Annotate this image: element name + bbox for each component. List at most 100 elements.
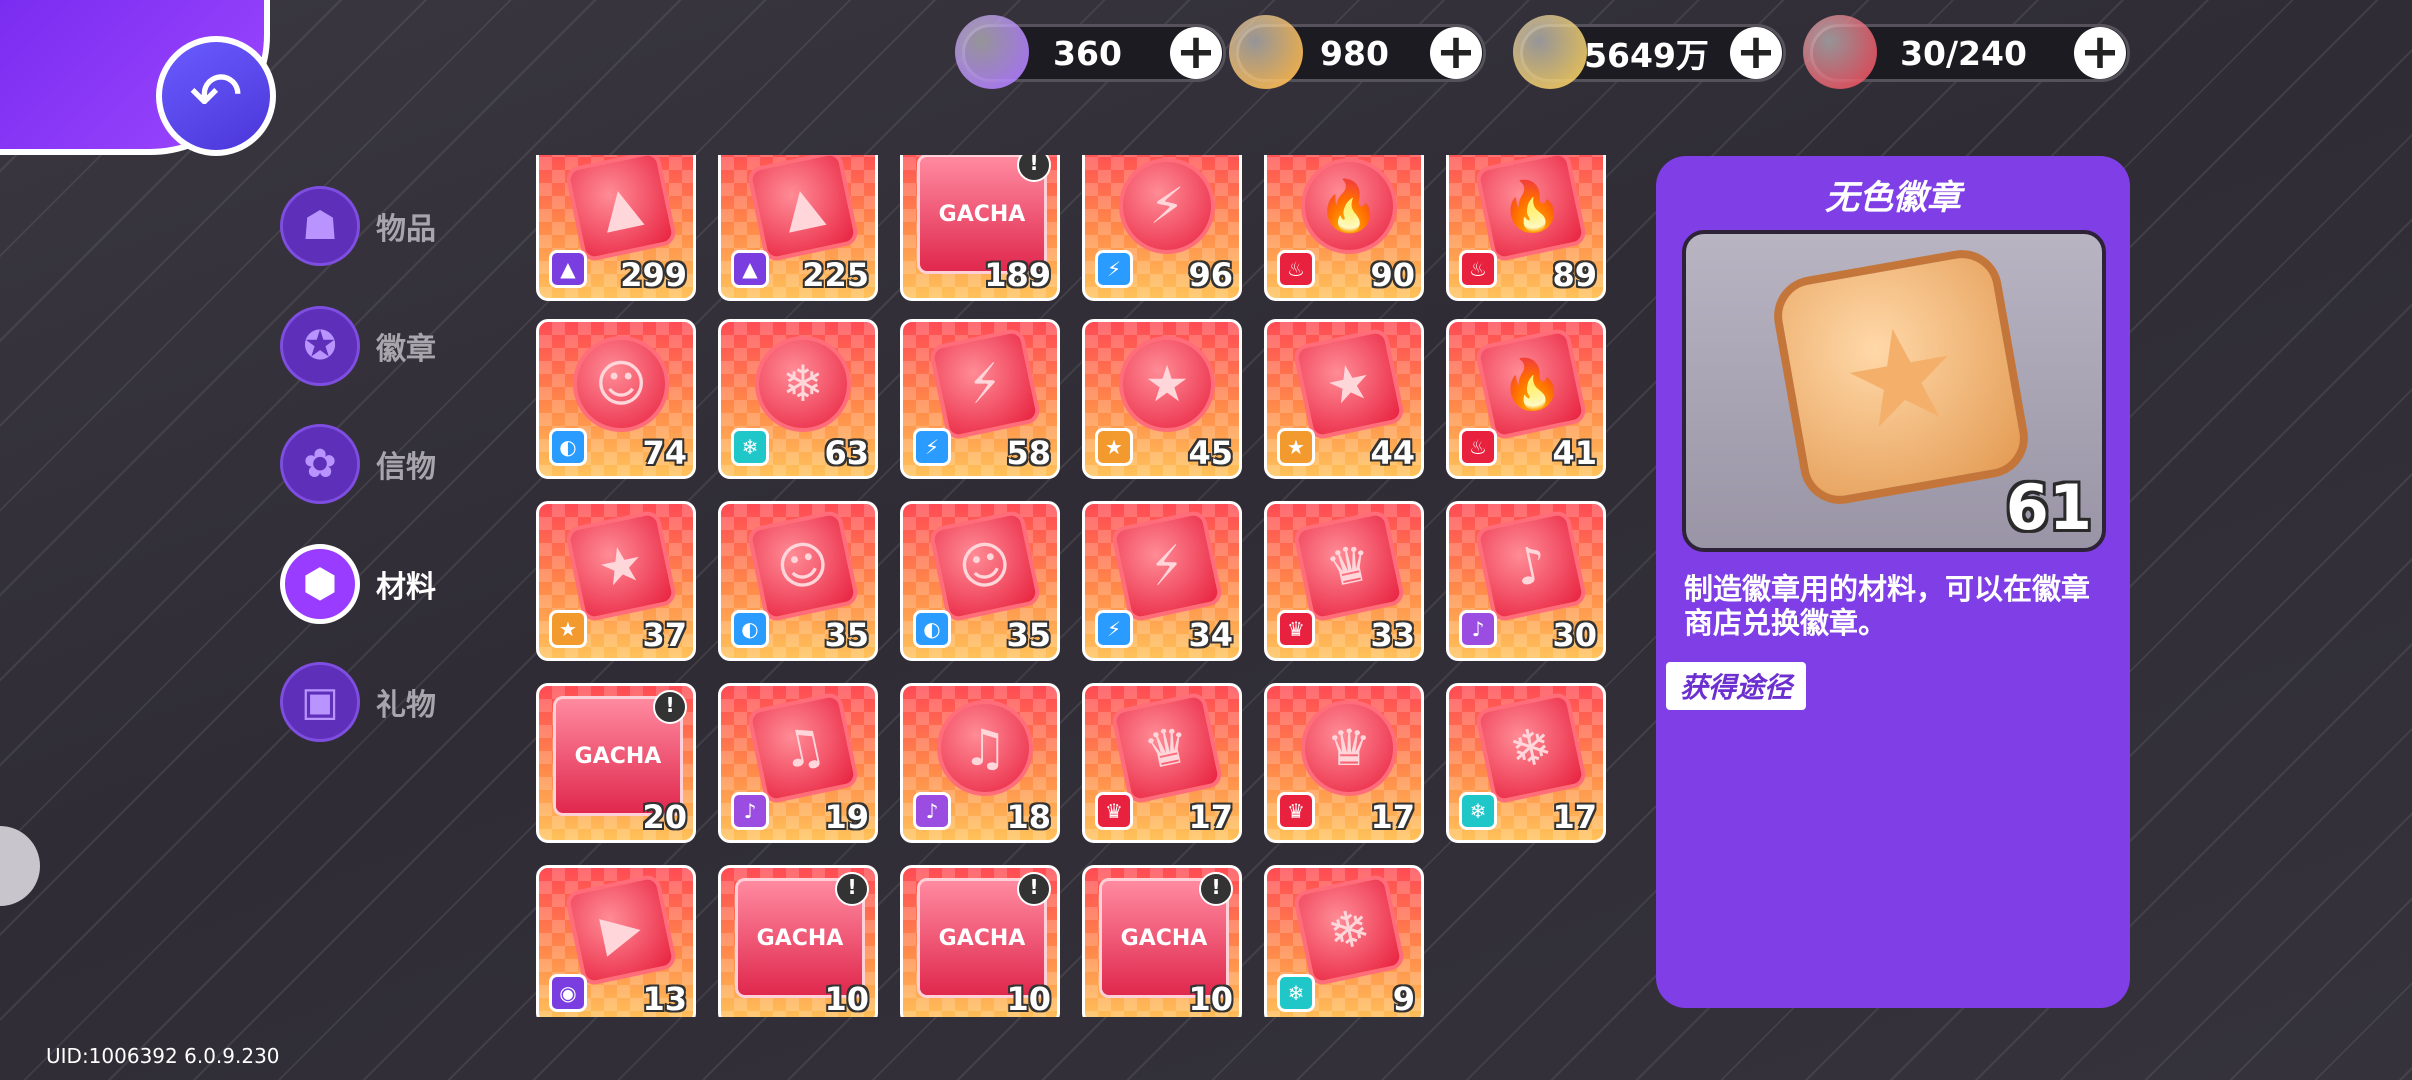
item-tile[interactable]: ❄ ❄ 9 [1264,865,1424,1017]
item-tile[interactable]: ❄ ❄ 17 [1446,683,1606,843]
menu-item-4[interactable]: ▣ 礼物 [280,662,436,742]
item-tile[interactable]: ❄ ❄ 63 [718,319,878,479]
item-tile[interactable]: ☺ ◐ 74 [536,319,696,479]
item-count: 9 [1392,980,1415,1017]
item-tile[interactable]: ♪ ♪ 30 [1446,501,1606,661]
element-type-icon: ⚡ [913,428,951,466]
medal-icon: ✪ [280,306,360,386]
item-count: 37 [642,616,687,654]
detail-title: 无色徽章 [1825,178,1961,218]
item-tile[interactable]: ▶ ◉ 13 [536,865,696,1017]
rainbow-cat-gem-icon [955,15,1029,89]
element-type-icon: ♪ [731,792,769,830]
element-type-icon: ▲ [549,250,587,288]
element-type-icon: ♨ [1277,250,1315,288]
add-cat-coin-button[interactable]: + [1430,27,1482,79]
item-count: 17 [1552,798,1597,836]
item-tile[interactable]: ♛ ♛ 33 [1264,501,1424,661]
material-badge-icon: ★ [564,509,678,623]
item-count: 96 [1188,256,1233,294]
item-count: 10 [1006,980,1051,1017]
item-tile[interactable]: GACHA! 10 [900,865,1060,1017]
item-count: 35 [1006,616,1051,654]
menu-item-0[interactable]: ☗ 物品 [280,186,436,266]
item-count: 90 [1370,256,1415,294]
colorless-badge-icon: ★ [1767,243,2035,511]
element-type-icon: ♛ [1095,792,1133,830]
material-badge-icon: 🔥 [1474,327,1588,441]
uid-version: UID:1006392 6.0.9.230 [46,1044,280,1068]
material-badge-icon: ♛ [1301,700,1397,796]
material-badge-icon: ⚡ [928,327,1042,441]
item-count: 89 [1552,256,1597,294]
cat-bag-icon: ☗ [280,186,360,266]
element-type-icon: ★ [1277,428,1315,466]
item-count: 30 [1552,616,1597,654]
item-tile[interactable]: GACHA! 10 [718,865,878,1017]
item-tile[interactable]: ⚡ ⚡ 58 [900,319,1060,479]
item-count: 10 [1188,980,1233,1017]
item-count: 189 [984,256,1051,294]
alert-icon: ! [1017,872,1051,906]
back-button[interactable]: ↶ [156,36,276,156]
obtain-method-button[interactable]: 获得途径 [1666,662,1807,710]
item-tile[interactable]: ♫ ♪ 19 [718,683,878,843]
material-badge-icon: ⚡ [1110,509,1224,623]
cat-coin-icon [1229,15,1303,89]
item-tile[interactable]: 🔥 ♨ 90 [1264,155,1424,301]
item-tile[interactable]: ★ ★ 44 [1264,319,1424,479]
alert-icon: ! [653,690,687,724]
item-tile[interactable]: ☺ ◐ 35 [718,501,878,661]
item-tile[interactable]: ▲ ▲ 225 [718,155,878,301]
add-gold-coin-button[interactable]: + [1730,27,1782,79]
item-tile[interactable]: ♛ ♛ 17 [1264,683,1424,843]
element-type-icon: ★ [1095,428,1133,466]
element-type-icon: ▲ [731,250,769,288]
material-badge-icon: ♫ [746,691,860,805]
item-tile[interactable]: ★ ★ 37 [536,501,696,661]
item-count: 33 [1370,616,1415,654]
element-type-icon: ⚡ [1095,250,1133,288]
menu-label: 礼物 [376,688,436,723]
item-tile[interactable]: GACHA! 10 [1082,865,1242,1017]
material-badge-icon: ❄ [1292,873,1406,987]
detail-description: 制造徽章用的材料，可以在徽章商店兑换徽章。 [1684,572,2091,640]
item-tile[interactable]: ★ ★ 45 [1082,319,1242,479]
add-stamina-cake-button[interactable]: + [2074,27,2126,79]
item-tile[interactable]: ☺ ◐ 35 [900,501,1060,661]
gold-coin-icon [1513,15,1587,89]
item-count: 299 [620,256,687,294]
element-type-icon: ◐ [549,428,587,466]
puzzle-icon: ✿ [280,424,360,504]
item-tile[interactable]: GACHA! 189 [900,155,1060,301]
menu-item-2[interactable]: ✿ 信物 [280,424,436,504]
item-tile[interactable]: ▲ ▲ 299 [536,155,696,301]
element-type-icon: ❄ [731,428,769,466]
item-tile[interactable]: ⚡ ⚡ 96 [1082,155,1242,301]
item-count: 225 [802,256,869,294]
item-tile[interactable]: GACHA! 20 [536,683,696,843]
element-type-icon: ◐ [731,610,769,648]
item-count: 41 [1552,434,1597,472]
gift-icon: ▣ [280,662,360,742]
item-count: 17 [1370,798,1415,836]
item-tile[interactable]: 🔥 ♨ 41 [1446,319,1606,479]
item-tile[interactable]: 🔥 ♨ 89 [1446,155,1606,301]
item-tile[interactable]: ♛ ♛ 17 [1082,683,1242,843]
back-arrow-icon: ↶ [189,59,243,133]
menu-item-1[interactable]: ✪ 徽章 [280,306,436,386]
element-type-icon: ◉ [549,974,587,1012]
menu-item-3[interactable]: ⬢ 材料 [280,544,436,624]
item-tile[interactable]: ♫ ♪ 18 [900,683,1060,843]
currency-stamina-cake: 30/240 + [1803,15,2130,89]
element-type-icon: ♛ [1277,792,1315,830]
material-badge-icon: ❄ [755,336,851,432]
material-badge-icon: ★ [1119,336,1215,432]
add-rainbow-cat-gem-button[interactable]: + [1170,27,1222,79]
element-type-icon: ♨ [1459,250,1497,288]
item-tile[interactable]: ⚡ ⚡ 34 [1082,501,1242,661]
element-type-icon: ❄ [1277,974,1315,1012]
item-count: 44 [1370,434,1415,472]
alert-icon: ! [1199,872,1233,906]
detail-count: 61 [2005,471,2092,544]
